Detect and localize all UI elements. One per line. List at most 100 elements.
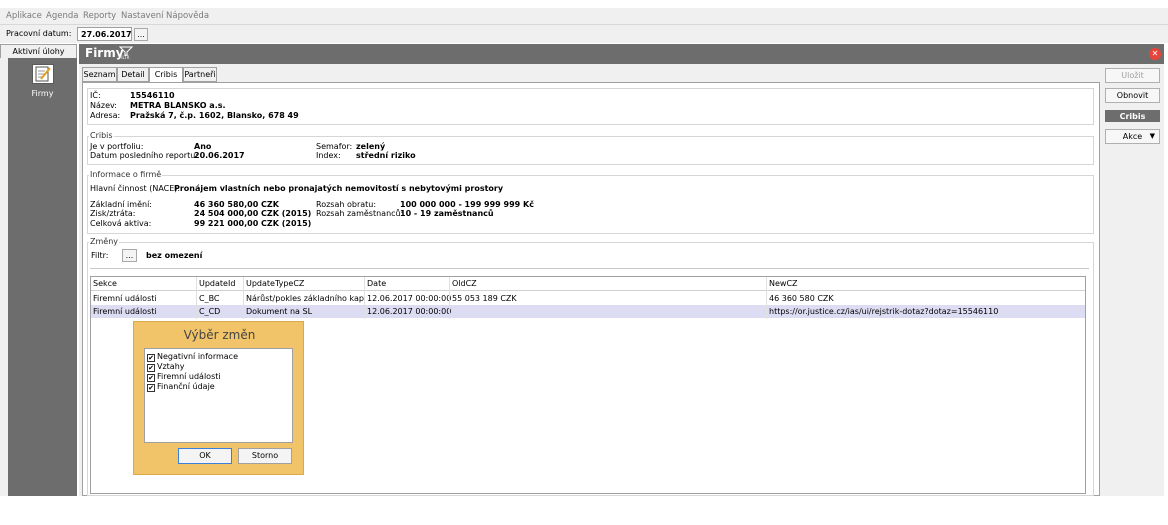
filter-value: bez omezení — [146, 251, 203, 260]
last-report-label: Datum posledního reportu: — [90, 151, 198, 160]
checkbox-label: Finanční údaje — [157, 382, 215, 391]
filter-icon[interactable]: FILTR — [118, 46, 134, 61]
filter-icon-label: FILTR — [119, 55, 130, 60]
column-header-oldcz[interactable]: OldCZ — [452, 279, 477, 288]
change-type-list: ✔ Negativní informace ✔ Vztahy ✔ Firemní ud… — [144, 348, 293, 443]
employees-value: 10 - 19 zaměstnanců — [400, 209, 494, 218]
table-row-selected[interactable]: Firemní události C_CD Dokument na SL 12.… — [91, 305, 1085, 318]
checkbox-relations[interactable]: ✔ Vztahy — [147, 362, 185, 372]
profit-value: 24 504 000,00 CZK (2015) — [194, 209, 312, 218]
cell-newcz: https://or.justice.cz/ias/ui/rejstrik-do… — [769, 307, 999, 316]
refresh-button[interactable]: Obnovit — [1105, 88, 1160, 103]
filter-divider — [90, 268, 1089, 269]
column-header-sekce[interactable]: Sekce — [93, 279, 117, 288]
ic-value: 15546110 — [130, 91, 175, 100]
cell-sekce: Firemní události — [93, 307, 157, 316]
close-icon[interactable]: ✕ — [1149, 48, 1161, 60]
cell-updatetype: Nárůst/pokles základního kapitálu — [246, 294, 364, 303]
employees-label: Rozsah zaměstnanců: — [316, 209, 404, 218]
nace-value: Pronájem vlastních nebo pronajatých nemo… — [174, 184, 504, 193]
address-label: Adresa: — [90, 111, 121, 120]
cell-date: 12.06.2017 00:00:00 — [367, 294, 452, 303]
profit-label: Zisk/ztráta: — [90, 209, 136, 218]
semafor-label: Semafor: — [316, 142, 353, 151]
cribis-button[interactable]: Cribis — [1105, 110, 1160, 122]
last-report-value: 20.06.2017 — [194, 151, 245, 160]
tab-detail[interactable]: Detail — [117, 67, 149, 82]
checkbox-negative-info[interactable]: ✔ Negativní informace — [147, 352, 238, 362]
left-margin — [0, 58, 8, 496]
address-value: Pražská 7, č.p. 1602, Blansko, 678 49 — [130, 111, 299, 120]
capital-label: Základní imění: — [90, 200, 152, 209]
column-divider — [196, 277, 197, 319]
changes-legend: Změny — [89, 237, 119, 246]
checkbox-checked-icon[interactable]: ✔ — [147, 374, 155, 382]
column-divider — [766, 277, 767, 319]
filter-label: Filtr: — [91, 251, 109, 260]
work-date-label: Pracovní datum: — [6, 29, 72, 38]
cell-updatetype: Dokument na SL — [246, 307, 313, 316]
chevron-down-icon: ▼ — [1149, 132, 1155, 140]
index-value: střední riziko — [356, 151, 416, 160]
index-label: Index: — [316, 151, 341, 160]
menu-nastaveni[interactable]: Nastavení — [121, 11, 164, 21]
turnover-value: 100 000 000 - 199 999 999 Kč — [400, 200, 534, 209]
checkbox-company-events[interactable]: ✔ Firemní události — [147, 372, 221, 382]
column-header-updatetype[interactable]: UpdateTypeCZ — [246, 279, 304, 288]
checkbox-label: Vztahy — [157, 362, 185, 371]
bottom-strip — [0, 496, 1168, 525]
name-value: METRA BLANSKO a.s. — [130, 101, 226, 110]
checkbox-checked-icon[interactable]: ✔ — [147, 364, 155, 372]
cell-sekce: Firemní události — [93, 294, 157, 303]
top-strip — [0, 0, 1168, 8]
company-info-legend: Informace o firmě — [89, 170, 163, 179]
tab-cribis[interactable]: Cribis — [149, 67, 183, 83]
checkbox-financial-data[interactable]: ✔ Finanční údaje — [147, 382, 215, 392]
column-divider — [364, 277, 365, 319]
checkbox-checked-icon[interactable]: ✔ — [147, 384, 155, 392]
cell-updateid: C_CD — [199, 307, 221, 316]
column-header-date[interactable]: Date — [367, 279, 386, 288]
work-date-field[interactable]: 27.06.2017 — [77, 27, 132, 41]
actions-button-label: Akce — [1122, 132, 1143, 141]
turnover-label: Rozsah obratu: — [316, 200, 377, 209]
name-label: Název: — [90, 101, 117, 110]
cribis-legend: Cribis — [89, 131, 114, 140]
cell-date: 12.06.2017 00:00:00 — [367, 307, 452, 316]
portfolio-value: Ano — [194, 142, 212, 151]
ok-button[interactable]: OK — [178, 448, 232, 464]
table-row[interactable]: Firemní události C_BC Nárůst/pokles zákl… — [91, 292, 1085, 305]
assets-value: 99 221 000,00 CZK (2015) — [194, 219, 312, 228]
page-title: Firmy — [85, 46, 124, 60]
tab-active-tasks[interactable]: Aktivní úlohy — [0, 44, 77, 59]
tab-partneri[interactable]: Partneři — [183, 67, 217, 82]
column-header-newcz[interactable]: NewCZ — [769, 279, 798, 288]
filter-button[interactable]: ... — [122, 249, 137, 262]
left-item-firmy-label[interactable]: Firmy — [8, 89, 77, 98]
left-panel — [8, 58, 77, 496]
menu-aplikace[interactable]: Aplikace — [6, 11, 42, 21]
checkbox-label: Negativní informace — [157, 352, 238, 361]
tab-seznam[interactable]: Seznam — [82, 67, 117, 82]
cancel-button[interactable]: Storno — [238, 448, 292, 464]
column-divider — [449, 277, 450, 319]
checkbox-label: Firemní události — [157, 372, 221, 381]
work-date-picker-button[interactable]: ... — [134, 28, 148, 41]
main-header: Firmy FILTR — [79, 44, 1164, 64]
column-header-updateid[interactable]: UpdateId — [199, 279, 235, 288]
dialog-title: Výběr změn — [183, 328, 256, 342]
assets-label: Celková aktiva: — [90, 219, 152, 228]
actions-button[interactable]: Akce ▼ — [1105, 129, 1160, 144]
capital-value: 46 360 580,00 CZK — [194, 200, 279, 209]
menu-napoveda[interactable]: Nápověda — [166, 11, 209, 21]
menu-reporty[interactable]: Reporty — [83, 11, 116, 21]
cell-newcz: 46 360 580 CZK — [769, 294, 834, 303]
work-date-row: Pracovní datum: — [0, 25, 1168, 43]
checkbox-checked-icon[interactable]: ✔ — [147, 354, 155, 362]
column-divider — [243, 277, 244, 319]
grid-header: Sekce UpdateId UpdateTypeCZ Date OldCZ N… — [91, 277, 1085, 291]
semafor-value: zelený — [356, 142, 386, 151]
menu-agenda[interactable]: Agenda — [46, 11, 78, 21]
save-button[interactable]: Uložit — [1105, 68, 1160, 83]
edit-document-icon[interactable] — [32, 64, 54, 84]
